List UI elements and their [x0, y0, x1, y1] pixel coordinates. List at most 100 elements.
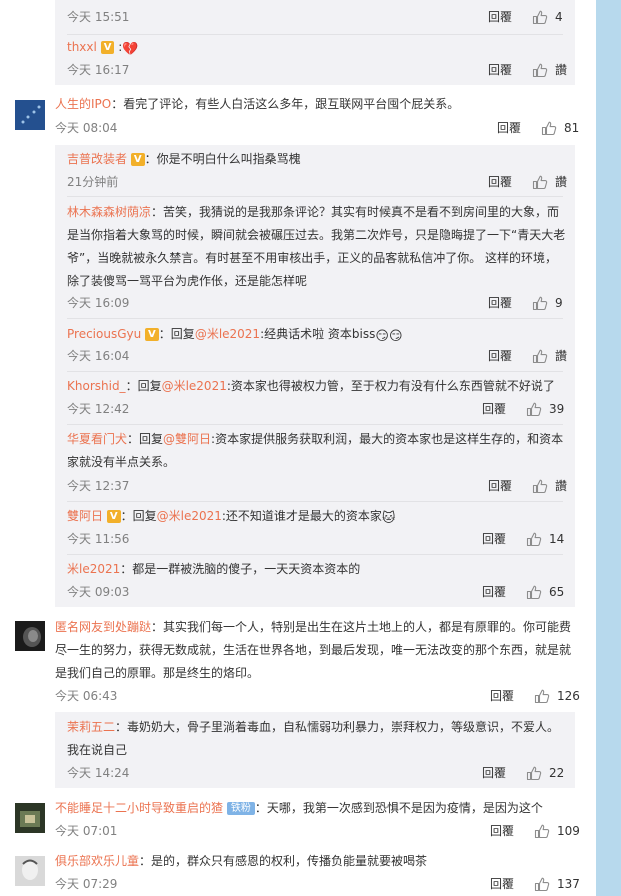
like-button[interactable]: 109	[534, 823, 589, 839]
user-name[interactable]: 茉莉五二	[67, 720, 115, 734]
comment-text: 林木森森树荫凉：苦笑，我猜说的是我那条评论？其实有时候真不是看不到房间里的大象，…	[67, 205, 566, 288]
comment-time: 今天 16:04	[67, 349, 130, 363]
reply-button[interactable]: 回覆	[482, 532, 506, 546]
like-button[interactable]: 65	[526, 584, 572, 600]
reply-button[interactable]: 回覆	[482, 766, 506, 780]
separator	[67, 371, 563, 372]
comment-time: 今天 07:01	[55, 824, 118, 838]
comment-time: 今天 09:03	[67, 585, 130, 599]
user-mention[interactable]: @米le2021	[157, 509, 222, 523]
comment-text: 米le2021：都是一群被洗脑的傻子，一天天资本资本的	[67, 562, 361, 576]
user-name[interactable]: 雙阿日	[67, 509, 103, 523]
like-button[interactable]: 讚	[532, 348, 572, 364]
like-count: 4	[555, 10, 563, 24]
like-count: 81	[564, 121, 580, 135]
like-button[interactable]: 22	[526, 765, 572, 781]
like-count: 39	[549, 402, 565, 416]
comment-text: 人生的IPO：看完了评论，有些人白活这么多年，跟互联网平台囤个屁关系。	[55, 97, 460, 111]
comment-text: 不能睡足十二小时导致重启的猹 铁粉 ：天哪，我第一次感到恐惧不是因为疫情，是因为这…	[55, 801, 543, 815]
vip-badge-icon: V	[100, 41, 115, 54]
cat-emoji-icon: 🐱	[381, 511, 396, 526]
user-name[interactable]: Khorshid_	[67, 379, 126, 393]
like-label: 讚	[555, 175, 568, 189]
like-count: 109	[557, 824, 580, 838]
comment-text: Khorshid_：回复@米le2021:资本家也得被权力管，至于权力有没有什么…	[67, 379, 555, 393]
reply-button[interactable]: 回覆	[488, 10, 512, 24]
thumbs-up-icon	[541, 120, 557, 136]
avatar-image	[15, 856, 45, 886]
like-button[interactable]: 讚	[532, 478, 572, 494]
user-name[interactable]: PreciousGyu	[67, 327, 141, 341]
like-count: 65	[549, 585, 565, 599]
separator	[67, 34, 563, 35]
thumbs-up-icon	[534, 688, 550, 704]
separator	[67, 318, 563, 319]
comment-time: 今天 12:42	[67, 402, 130, 416]
user-name[interactable]: 吉普改装者	[67, 152, 127, 166]
like-button[interactable]: 9	[532, 295, 572, 311]
separator	[67, 196, 563, 197]
comment-feed: 今天 15:51 回覆 4 thxxl V :💔 今天 16:17 回覆 讚 人…	[0, 0, 596, 896]
user-mention[interactable]: @雙阿日	[163, 432, 211, 446]
like-button[interactable]: 4	[532, 9, 572, 25]
avatar-image	[15, 621, 45, 651]
avatar[interactable]	[15, 100, 45, 130]
like-button[interactable]: 137	[534, 876, 589, 892]
comment-text: 雙阿日 V ：回复@米le2021:还不知道谁才是最大的资本家🐱	[67, 505, 395, 530]
user-name[interactable]: 人生的IPO	[55, 97, 111, 111]
smirk-emoji-icon: 😏😏	[375, 329, 403, 344]
user-name[interactable]: 华夏看门犬	[67, 432, 127, 446]
like-button[interactable]: 讚	[532, 174, 572, 190]
thumbs-up-icon	[526, 584, 542, 600]
like-count: 137	[557, 877, 580, 891]
thumbs-up-icon	[534, 876, 550, 892]
thumbs-up-icon	[532, 478, 548, 494]
like-button[interactable]: 39	[526, 401, 572, 417]
like-count: 9	[555, 296, 563, 310]
comment-text: 吉普改装者 V ：你是不明白什么叫指桑骂槐	[67, 152, 301, 166]
fan-badge-icon: 铁粉	[226, 802, 255, 815]
avatar[interactable]	[15, 856, 45, 886]
like-button[interactable]: 81	[541, 120, 586, 136]
reply-button[interactable]: 回覆	[488, 296, 512, 310]
reply-button[interactable]: 回覆	[482, 402, 506, 416]
user-name[interactable]: 林木森森树荫凉	[67, 205, 151, 219]
comment-text: 华夏看门犬：回复@雙阿日:资本家提供服务获取利润，最大的资本家也是这样生存的，和…	[67, 432, 564, 469]
reply-button[interactable]: 回覆	[490, 824, 514, 838]
user-mention[interactable]: @米le2021	[162, 379, 227, 393]
like-button[interactable]: 14	[526, 531, 572, 547]
comment-time: 今天 16:09	[67, 296, 130, 310]
thumbs-up-icon	[532, 62, 548, 78]
avatar-image	[15, 100, 45, 130]
reply-block: 吉普改装者 V ：你是不明白什么叫指桑骂槐 21分钟前 回覆 讚 林木森森树荫凉：…	[55, 145, 575, 607]
avatar-image	[15, 803, 45, 833]
comment-time: 今天 11:56	[67, 532, 130, 546]
thumbs-up-icon	[526, 531, 542, 547]
like-button[interactable]: 讚	[532, 62, 572, 78]
thumbs-up-icon	[532, 9, 548, 25]
reply-button[interactable]: 回覆	[497, 121, 521, 135]
user-name[interactable]: thxxl	[67, 40, 97, 54]
like-label: 讚	[555, 63, 568, 77]
user-name[interactable]: 匿名网友到处蹦跶	[55, 620, 151, 634]
like-label: 讚	[555, 479, 568, 493]
thumbs-up-icon	[532, 174, 548, 190]
reply-button[interactable]: 回覆	[490, 689, 514, 703]
user-name[interactable]: 米le2021	[67, 562, 120, 576]
reply-button[interactable]: 回覆	[488, 479, 512, 493]
user-name[interactable]: 俱乐部欢乐儿童	[55, 854, 139, 868]
user-mention[interactable]: @米le2021	[195, 327, 260, 341]
reply-button[interactable]: 回覆	[488, 63, 512, 77]
reply-button[interactable]: 回覆	[482, 585, 506, 599]
reply-button[interactable]: 回覆	[488, 349, 512, 363]
like-label: 讚	[555, 349, 568, 363]
user-name[interactable]: 不能睡足十二小时导致重启的猹	[55, 801, 223, 815]
like-button[interactable]: 126	[534, 688, 589, 704]
reply-button[interactable]: 回覆	[490, 877, 514, 891]
avatar[interactable]	[15, 803, 45, 833]
comment-text: 俱乐部欢乐儿童：是的，群众只有感恩的权利，传播负能量就要被喝茶	[55, 854, 428, 868]
avatar[interactable]	[15, 621, 45, 651]
thumbs-up-icon	[532, 295, 548, 311]
reply-button[interactable]: 回覆	[488, 175, 512, 189]
vip-badge-icon: V	[130, 153, 145, 166]
